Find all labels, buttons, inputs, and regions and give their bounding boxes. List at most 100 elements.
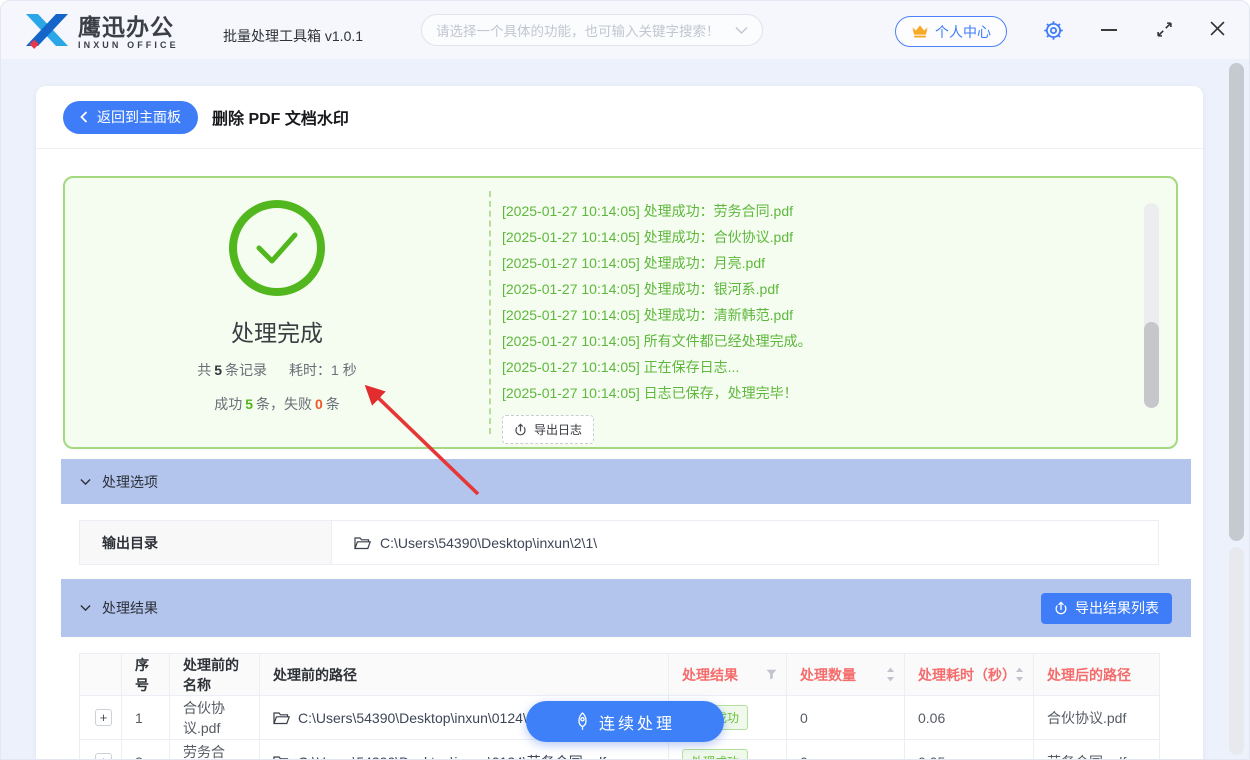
crown-icon — [911, 24, 929, 39]
close-button[interactable] — [1210, 21, 1225, 36]
title-bar: 鹰迅办公 INXUN OFFICE 批量处理工具箱 v1.0.1 请选择一个具体… — [1, 1, 1249, 59]
folder-icon — [273, 711, 290, 725]
folder-icon — [354, 536, 371, 550]
row-index: 2 — [122, 740, 170, 760]
resize-window-button[interactable] — [1156, 21, 1173, 38]
export-results-label: 导出结果列表 — [1075, 598, 1159, 618]
col-result-label: 处理结果 — [682, 665, 738, 685]
success-count: 5 — [245, 396, 253, 412]
expand-column-header — [80, 654, 122, 696]
table-row: + 2 劳务合同.pdf C:\Users\54390\Desktop\inx — [80, 740, 1160, 760]
app-name-en: INXUN OFFICE — [78, 40, 179, 50]
sort-icon[interactable] — [886, 667, 895, 682]
success-circle — [229, 200, 325, 296]
log-line: [2025-01-27 10:14:05] 所有文件都已经处理完成。 — [502, 328, 1176, 354]
function-select[interactable]: 请选择一个具体的功能，也可输入关键字搜索！ — [421, 14, 763, 46]
page-title: 删除 PDF 文档水印 — [212, 105, 349, 129]
export-results-button[interactable]: 导出结果列表 — [1041, 593, 1172, 624]
fail-prefix: 条，失败 — [256, 396, 312, 412]
page-scrollbar-track[interactable] — [1229, 547, 1244, 755]
page-scrollbar-thumb[interactable] — [1229, 63, 1244, 541]
fail-suffix: 条 — [326, 396, 340, 412]
col-count[interactable]: 处理数量 — [787, 654, 905, 696]
chevron-down-icon — [80, 478, 91, 486]
log-line: [2025-01-27 10:14:05] 处理成功：合伙协议.pdf — [502, 224, 1176, 250]
status-panel: 处理完成 共5条记录耗时：1 秒 成功5条，失败0条 [2025-01-27 1… — [63, 176, 1178, 449]
col-name-before: 处理前的名称 — [170, 654, 260, 696]
export-icon — [514, 423, 527, 436]
export-log-button[interactable]: 导出日志 — [502, 415, 594, 444]
success-prefix: 成功 — [214, 396, 242, 412]
minimize-icon — [1101, 29, 1117, 31]
col-path-before: 处理前的路径 — [260, 654, 669, 696]
page-header: 返回到主面板 删除 PDF 文档水印 — [36, 86, 1203, 149]
check-icon — [254, 230, 300, 266]
output-directory-label: 输出目录 — [80, 521, 332, 564]
row-name-before: 合伙协议.pdf — [170, 696, 260, 740]
row-time: 0.06 — [905, 696, 1034, 740]
status-badge: 处理成功 — [682, 749, 748, 760]
rocket-icon — [575, 712, 590, 731]
log-line: [2025-01-27 10:14:05] 处理成功：银河系.pdf — [502, 276, 1176, 302]
row-path-before: C:\Users\54390\Desktop\inxun\0124\劳务合同.p… — [273, 752, 668, 760]
row-count: 0 — [787, 740, 905, 760]
continue-processing-label: 连续处理 — [599, 710, 675, 734]
output-directory-value[interactable]: C:\Users\54390\Desktop\inxun\2\1\ — [332, 521, 1158, 564]
log-line: [2025-01-27 10:14:05] 日志已保存，处理完毕！ — [502, 380, 1176, 406]
col-time[interactable]: 处理耗时（秒） — [905, 654, 1034, 696]
total-prefix: 共 — [197, 362, 211, 378]
elapsed-time: 耗时：1 秒 — [289, 362, 357, 378]
expand-row-button[interactable]: + — [95, 709, 112, 726]
dashed-divider — [489, 191, 491, 434]
row-name-after: 劳务合同.pdf — [1034, 740, 1160, 760]
sort-icon[interactable] — [1015, 667, 1024, 682]
row-name-after: 合伙协议.pdf — [1034, 696, 1160, 740]
col-time-label: 处理耗时（秒） — [918, 665, 1015, 685]
section-results-title: 处理结果 — [102, 598, 158, 618]
chevron-down-icon — [735, 26, 748, 35]
log-line: [2025-01-27 10:14:05] 处理成功：清新韩范.pdf — [502, 302, 1176, 328]
chevron-down-icon — [80, 604, 91, 612]
logo-x-icon — [23, 8, 71, 57]
status-totals: 共5条记录 耗时：1 秒 — [197, 360, 356, 380]
close-icon — [1210, 21, 1225, 36]
function-select-placeholder: 请选择一个具体的功能，也可输入关键字搜索！ — [436, 20, 720, 40]
minimize-button[interactable] — [1100, 21, 1118, 39]
table-header-row: 序号 处理前的名称 处理前的路径 处理结果 — [80, 654, 1160, 696]
chevron-left-icon — [80, 111, 88, 123]
toolbox-version-title: 批量处理工具箱 v1.0.1 — [223, 26, 363, 46]
log-line: [2025-01-27 10:14:05] 处理成功：月亮.pdf — [502, 250, 1176, 276]
col-path-after: 处理后的路径 — [1034, 654, 1160, 696]
col-index: 序号 — [122, 654, 170, 696]
log-scrollbar-track[interactable] — [1144, 203, 1159, 408]
expand-row-button[interactable]: + — [95, 753, 112, 760]
app-name: 鹰迅办公 — [78, 15, 179, 40]
user-center-button[interactable]: 个人中心 — [895, 16, 1007, 47]
folder-icon — [273, 755, 290, 760]
section-options[interactable]: 处理选项 — [61, 459, 1191, 504]
total-count: 5 — [214, 362, 222, 378]
user-center-label: 个人中心 — [935, 22, 991, 42]
continue-processing-button[interactable]: 连续处理 — [526, 701, 724, 742]
settings-button[interactable] — [1043, 20, 1064, 41]
row-index: 1 — [122, 696, 170, 740]
row-name-before: 劳务合同.pdf — [170, 740, 260, 760]
filter-icon[interactable] — [766, 669, 777, 680]
status-result-counts: 成功5条，失败0条 — [214, 394, 340, 414]
col-count-label: 处理数量 — [800, 665, 856, 685]
col-result[interactable]: 处理结果 — [669, 654, 787, 696]
page-card: 返回到主面板 删除 PDF 文档水印 处理完成 共5条记录耗时：1 秒 — [36, 86, 1203, 760]
log-scrollbar-thumb[interactable] — [1144, 322, 1159, 408]
main-content: 返回到主面板 删除 PDF 文档水印 处理完成 共5条记录耗时：1 秒 — [1, 59, 1249, 759]
back-button-label: 返回到主面板 — [97, 107, 181, 127]
section-results[interactable]: 处理结果 导出结果列表 — [61, 579, 1191, 637]
fail-count: 0 — [315, 396, 323, 412]
process-log: [2025-01-27 10:14:05] 处理成功：劳务合同.pdf [202… — [489, 178, 1176, 447]
gear-icon — [1043, 20, 1064, 41]
total-suffix: 条记录 — [225, 362, 267, 378]
app-logo: 鹰迅办公 INXUN OFFICE — [23, 8, 179, 57]
row-path-text: C:\Users\54390\Desktop\inxun\0124\劳务合同.p… — [298, 752, 606, 760]
row-count: 0 — [787, 696, 905, 740]
back-to-dashboard-button[interactable]: 返回到主面板 — [63, 101, 198, 134]
logo-text: 鹰迅办公 INXUN OFFICE — [78, 15, 179, 50]
